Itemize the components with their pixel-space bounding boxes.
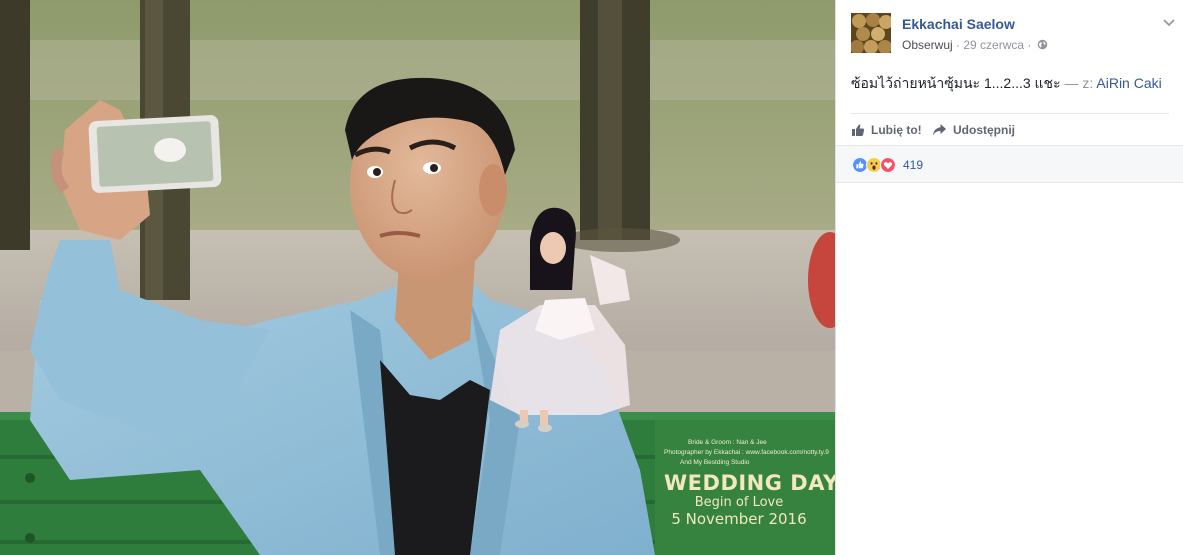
chevron-down-icon[interactable] — [1162, 15, 1176, 29]
wedding-date: 5 November 2016 — [671, 510, 807, 528]
avatar[interactable] — [851, 13, 891, 53]
post-photo[interactable]: Bride & Groom : Nan & Jee Photographer b… — [0, 0, 835, 555]
author-name[interactable]: Ekkachai Saelow — [902, 16, 1015, 32]
thumbs-up-icon — [852, 124, 865, 136]
credit-photographer: Photographer by Ekkachai : www.facebook.… — [664, 449, 829, 456]
reaction-count[interactable]: 419 — [903, 158, 923, 172]
love-reaction-icon — [880, 157, 896, 173]
follow-button[interactable]: Obserwuj — [902, 38, 953, 52]
post-caption: ซ้อมไว้ถ่ายหน้าซุ้มนะ 1...2...3 แชะ — z:… — [851, 74, 1176, 92]
post-side-panel: Ekkachai Saelow Obserwuj · 29 czerwca · … — [835, 0, 1183, 555]
credit-studio: And My Bestding Studio — [680, 459, 750, 466]
with-label: — z: — [1064, 75, 1094, 91]
avatar-image — [851, 13, 891, 53]
share-arrow-icon — [933, 124, 946, 136]
post-header: Ekkachai Saelow Obserwuj · 29 czerwca · — [851, 13, 1176, 55]
meta-separator-2: · — [1027, 38, 1032, 52]
wedding-subtitle: Begin of Love — [694, 495, 784, 510]
globe-icon — [1037, 39, 1048, 50]
tagged-user-link[interactable]: AiRin Caki — [1096, 75, 1161, 91]
meta-separator: · — [956, 38, 961, 52]
post-actions: Lubię to! Udostępnij — [851, 113, 1169, 145]
post-date[interactable]: 29 czerwca — [963, 38, 1024, 52]
caption-text: ซ้อมไว้ถ่ายหน้าซุ้มนะ 1...2...3 แชะ — [851, 75, 1061, 91]
post-meta: Obserwuj · 29 czerwca · — [902, 38, 1048, 52]
share-button[interactable]: Udostępnij — [932, 121, 1015, 139]
share-label: Udostępnij — [953, 123, 1015, 137]
like-button[interactable]: Lubię to! — [851, 121, 922, 139]
wedding-credits: Bride & Groom : Nan & Jee Photographer b… — [664, 438, 835, 528]
reaction-icons[interactable] — [852, 157, 896, 173]
wedding-title: WEDDING DAY — [664, 471, 835, 495]
credit-couple: Bride & Groom : Nan & Jee — [688, 439, 767, 446]
reactions-bar: 419 — [836, 145, 1183, 183]
like-label: Lubię to! — [871, 123, 922, 137]
